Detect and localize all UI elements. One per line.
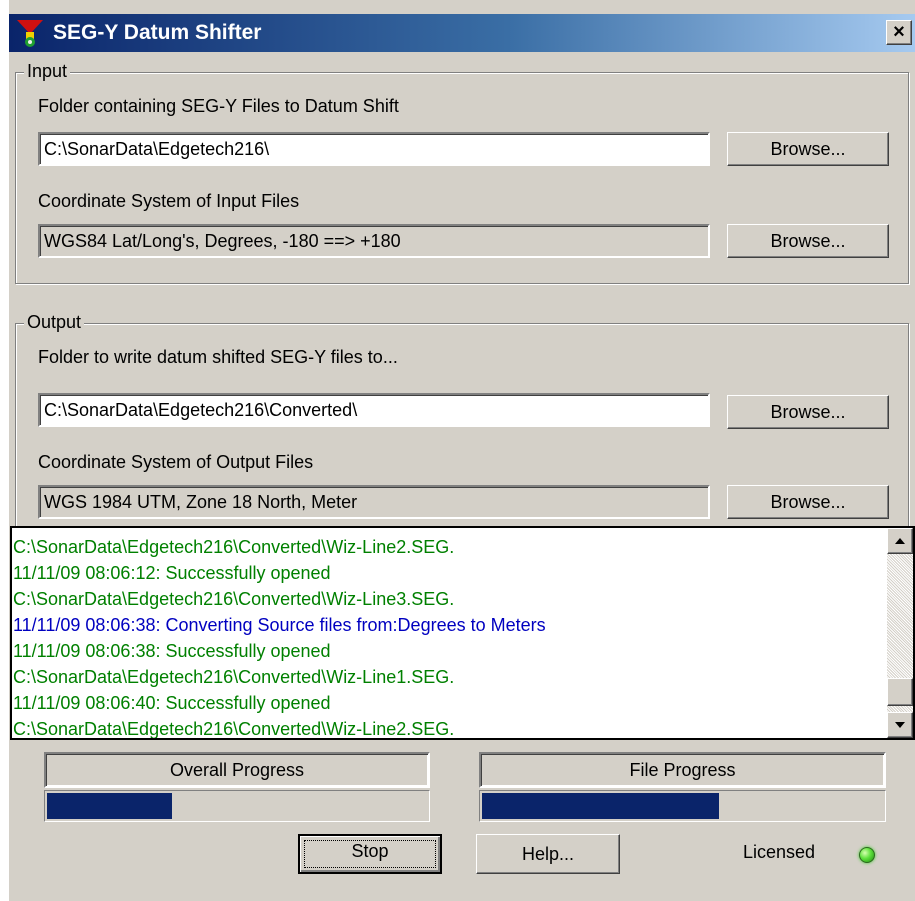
input-folder-label: Folder containing SEG-Y Files to Datum S… (38, 96, 399, 116)
help-button[interactable]: Help... (476, 834, 620, 874)
input-folder-browse-button[interactable]: Browse... (727, 132, 889, 166)
log-line: 11/11/09 08:06:12: Successfully opened (13, 563, 331, 583)
log-line: C:\SonarData\Edgetech216\Converted\Wiz-L… (13, 667, 455, 687)
scroll-up-button[interactable] (887, 528, 913, 554)
output-cs-label: Coordinate System of Output Files (38, 452, 314, 472)
output-cs-field: WGS 1984 UTM, Zone 18 North, Meter (38, 485, 710, 519)
arrow-up-icon (895, 538, 905, 544)
input-folder-field[interactable]: C:\SonarData\Edgetech216\ (38, 132, 710, 166)
file-progress-fill (482, 793, 719, 819)
output-folder-browse-button[interactable]: Browse... (727, 395, 889, 429)
close-icon: × (893, 21, 905, 43)
overall-progress-label: Overall Progress (44, 752, 430, 788)
stop-button[interactable]: Stop (298, 834, 442, 874)
scroll-thumb[interactable] (887, 678, 913, 706)
log-line: C:\SonarData\Edgetech216\Converted\Wiz-L… (13, 589, 455, 609)
output-group-label: Output (24, 312, 85, 333)
licensed-status-led-icon (859, 847, 875, 863)
stop-button-label: Stop (351, 841, 389, 861)
log-line: 11/11/09 08:06:38: Converting Source fil… (13, 615, 546, 635)
input-cs-field: WGS84 Lat/Long's, Degrees, -180 ==> +180 (38, 224, 710, 258)
close-button[interactable]: × (886, 20, 912, 45)
arrow-down-icon (895, 722, 905, 728)
licensed-label: Licensed (743, 842, 816, 862)
window-title: SEG-Y Datum Shifter (53, 21, 262, 44)
overall-progress-bar (44, 790, 430, 822)
overall-progress-fill (47, 793, 173, 819)
log-line: C:\SonarData\Edgetech216\Converted\Wiz-L… (13, 719, 455, 739)
input-cs-browse-button[interactable]: Browse... (727, 224, 889, 258)
output-cs-browse-button[interactable]: Browse... (727, 485, 889, 519)
log-lines: C:\SonarData\Edgetech216\Converted\Wiz-L… (13, 534, 883, 739)
app-logo-icon (17, 20, 43, 47)
file-progress-bar (479, 790, 886, 822)
log-line: 11/11/09 08:06:38: Successfully opened (13, 641, 331, 661)
log-line: 11/11/09 08:06:40: Successfully opened (13, 693, 331, 713)
scroll-down-button[interactable] (887, 712, 913, 738)
log-scrollbar[interactable] (887, 528, 913, 738)
title-bar[interactable]: SEG-Y Datum Shifter × (9, 14, 915, 52)
input-cs-label: Coordinate System of Input Files (38, 191, 300, 211)
file-progress-label: File Progress (479, 752, 886, 788)
output-folder-field[interactable]: C:\SonarData\Edgetech216\Converted\ (38, 393, 710, 427)
log-listbox[interactable]: C:\SonarData\Edgetech216\Converted\Wiz-L… (10, 526, 915, 740)
input-group-label: Input (24, 61, 71, 82)
output-folder-label: Folder to write datum shifted SEG-Y file… (38, 347, 398, 367)
log-line: C:\SonarData\Edgetech216\Converted\Wiz-L… (13, 537, 455, 557)
